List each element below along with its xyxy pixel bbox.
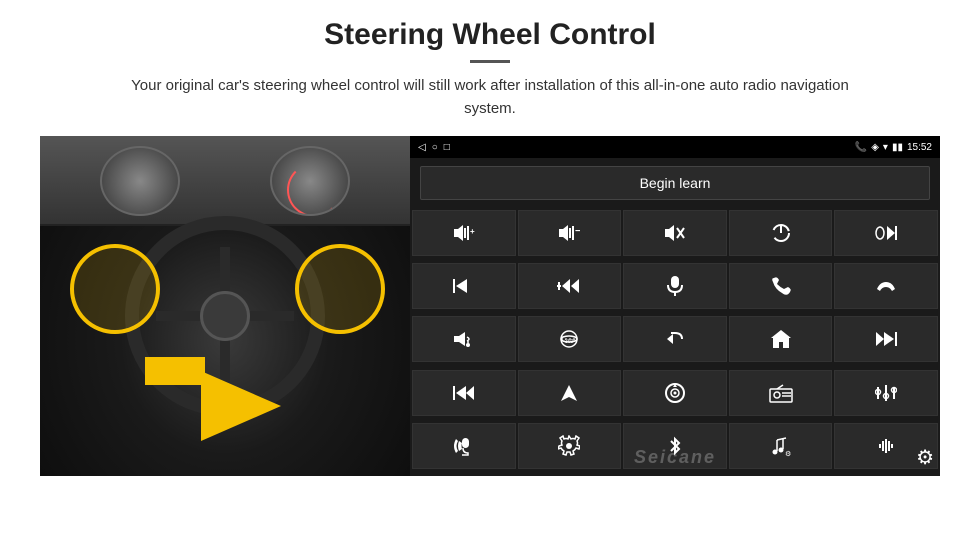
gear-settings-icon[interactable]: ⚙ (916, 445, 934, 470)
recents-nav-icon[interactable]: □ (444, 142, 450, 153)
rewind-btn[interactable] (834, 316, 938, 362)
home-btn[interactable] (729, 316, 833, 362)
battery-icon: ▮▮ (892, 142, 903, 153)
statusbar-nav-icons: ◁ ○ □ (418, 142, 450, 153)
navigate-btn[interactable] (518, 370, 622, 416)
clock: 15:52 (907, 142, 932, 153)
mute-btn[interactable] (623, 210, 727, 256)
seek-btn[interactable] (518, 263, 622, 309)
call-prev-btn[interactable] (834, 210, 938, 256)
android-panel: ◁ ○ □ 📞 ◈ ▾ ▮▮ 15:52 Begin learn (410, 136, 940, 476)
steering-wheel-center (200, 291, 250, 341)
horn-btn[interactable] (412, 316, 516, 362)
svg-text:⚙: ⚙ (785, 450, 791, 457)
steering-background (40, 136, 410, 476)
page-container: Steering Wheel Control Your original car… (0, 0, 980, 548)
vol-down-btn[interactable]: − (518, 210, 622, 256)
gauge-left (100, 146, 180, 216)
highlight-right (295, 244, 385, 334)
back-btn[interactable] (623, 316, 727, 362)
phone-icon: 📞 (855, 142, 867, 153)
music-btn[interactable]: ⚙ (729, 423, 833, 469)
settings2-btn[interactable] (518, 423, 622, 469)
highlight-left (70, 244, 160, 334)
statusbar-status-icons: 📞 ◈ ▾ ▮▮ 15:52 (855, 142, 932, 153)
svg-text:+: + (470, 227, 475, 236)
call-btn[interactable] (729, 263, 833, 309)
power-btn[interactable] (729, 210, 833, 256)
arrow-head (201, 371, 281, 441)
bluetooth-btn[interactable] (623, 423, 727, 469)
vol-up-btn[interactable]: + (412, 210, 516, 256)
mic-btn[interactable] (623, 263, 727, 309)
title-divider (470, 60, 510, 63)
arrow-container (201, 371, 281, 446)
voice-btn[interactable] (412, 423, 516, 469)
gauge-right (270, 146, 350, 216)
back-nav-icon[interactable]: ◁ (418, 142, 426, 153)
source-btn[interactable] (623, 370, 727, 416)
location-icon: ◈ (871, 142, 879, 153)
begin-learn-button[interactable]: Begin learn (420, 166, 930, 200)
hangup-btn[interactable] (834, 263, 938, 309)
page-subtitle: Your original car's steering wheel contr… (110, 75, 870, 120)
content-row: ◁ ○ □ 📞 ◈ ▾ ▮▮ 15:52 Begin learn (40, 136, 940, 476)
svg-text:360°: 360° (565, 339, 575, 345)
page-title: Steering Wheel Control (324, 18, 656, 52)
home-nav-icon[interactable]: ○ (432, 142, 438, 153)
ff-btn[interactable] (412, 370, 516, 416)
radio-btn[interactable] (729, 370, 833, 416)
control-icon-grid: + − (410, 208, 940, 476)
arrow-tail (145, 357, 205, 385)
360-btn[interactable]: 360° (518, 316, 622, 362)
left-image-panel (40, 136, 410, 476)
next-track-btn[interactable] (412, 263, 516, 309)
svg-text:−: − (575, 226, 580, 237)
dashboard (40, 136, 410, 226)
android-statusbar: ◁ ○ □ 📞 ◈ ▾ ▮▮ 15:52 (410, 136, 940, 158)
learn-button-row: Begin learn (410, 158, 940, 208)
eq-btn[interactable] (834, 370, 938, 416)
wifi-icon: ▾ (883, 142, 888, 153)
